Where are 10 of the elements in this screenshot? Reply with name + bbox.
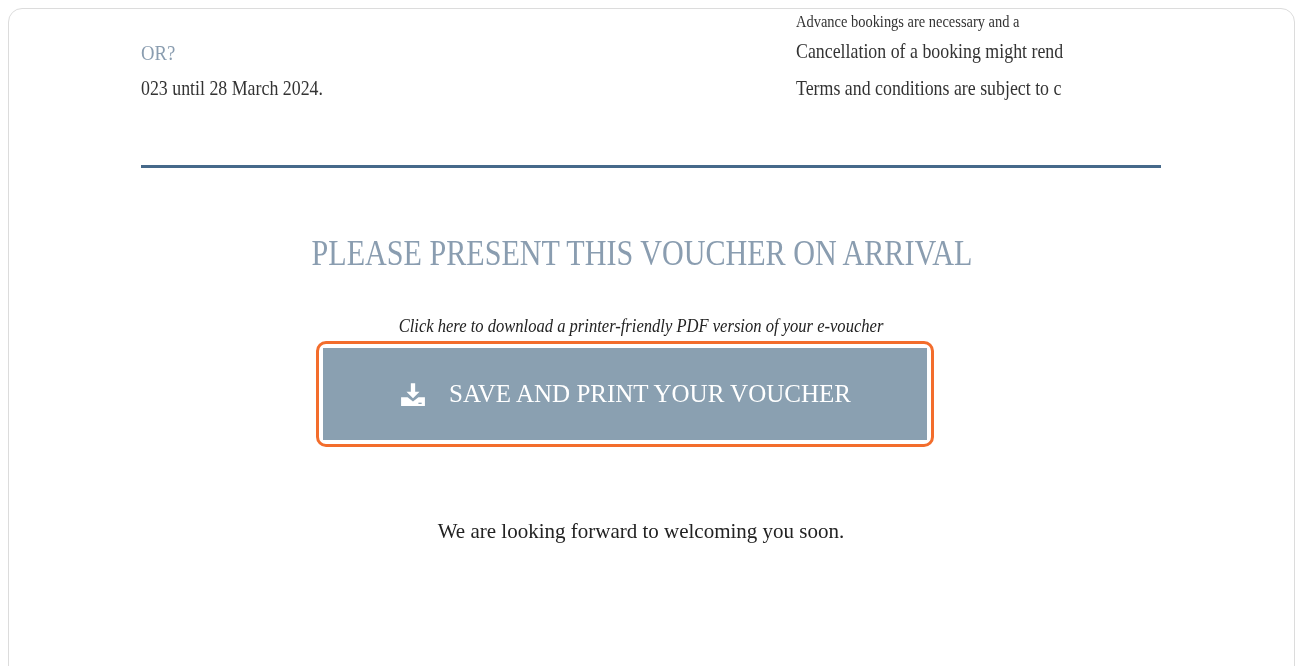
section-heading: OR? xyxy=(141,39,177,67)
save-print-button[interactable]: SAVE AND PRINT YOUR VOUCHER xyxy=(323,348,927,440)
closing-text: We are looking forward to welcoming you soon. xyxy=(436,519,846,544)
date-text: 023 until 28 March 2024. xyxy=(141,75,324,102)
download-hint: Click here to download a printer-friendly PDF version of your e-voucher xyxy=(397,316,885,337)
download-icon xyxy=(399,381,428,407)
notice-title: PLEASE PRESENT THIS VOUCHER ON ARRIVAL xyxy=(310,234,974,274)
terms-text: Advance bookings are necessary and a xyxy=(796,11,1021,33)
terms-text: Cancellation of a booking might rend xyxy=(796,38,1065,65)
terms-text: Terms and conditions are subject to c xyxy=(796,75,1063,102)
